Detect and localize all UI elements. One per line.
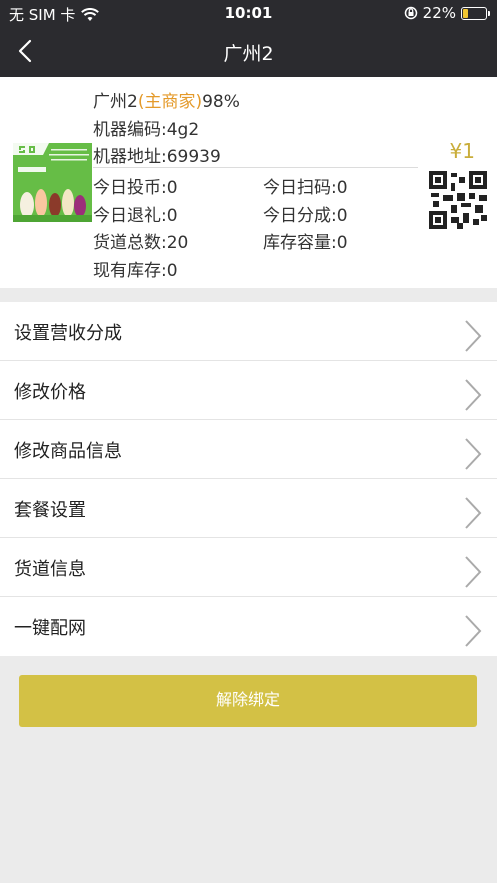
battery-fill	[463, 8, 468, 18]
status-bar: 无 SIM 卡 10:01 22%	[0, 0, 497, 26]
nav-bar: 广州2	[0, 26, 497, 77]
machine-name: 广州2	[93, 92, 138, 112]
stat-scans-today: 今日扫码:0	[263, 178, 348, 198]
chevron-right-icon	[465, 556, 482, 588]
carrier-group: 无 SIM 卡	[9, 4, 100, 25]
chevron-right-icon	[465, 320, 482, 352]
menu-label: 货道信息	[14, 559, 86, 580]
machine-code: 机器编码:4g2	[93, 120, 200, 140]
orientation-lock-icon	[404, 6, 417, 20]
stat-coins-today: 今日投币:0	[93, 178, 178, 198]
chevron-right-icon	[465, 615, 482, 647]
status-right-group: 22%	[404, 4, 490, 22]
machine-role: (主商家)	[137, 92, 203, 112]
back-chevron-icon[interactable]	[12, 36, 42, 66]
menu-label: 修改价格	[14, 382, 86, 403]
stat-total-lanes: 货道总数:20	[93, 233, 189, 253]
qr-code-icon[interactable]	[429, 171, 487, 229]
chevron-right-icon	[465, 438, 482, 470]
info-divider	[93, 167, 418, 168]
section-gap	[0, 288, 497, 302]
chevron-right-icon	[465, 497, 482, 529]
menu-label: 设置营收分成	[14, 323, 122, 344]
chevron-right-icon	[465, 379, 482, 411]
menu-edit-price[interactable]: 修改价格	[0, 361, 497, 420]
page-title: 广州2	[223, 43, 274, 65]
menu-edit-product[interactable]: 修改商品信息	[0, 420, 497, 479]
menu-network-setup[interactable]: 一键配网	[0, 597, 497, 656]
product-poster-art	[13, 143, 92, 222]
product-poster-image	[13, 143, 92, 222]
menu-package-settings[interactable]: 套餐设置	[0, 479, 497, 538]
machine-address: 机器地址:69939	[93, 147, 221, 167]
battery-icon	[461, 6, 490, 20]
menu-label: 修改商品信息	[14, 441, 122, 462]
menu-label: 一键配网	[14, 618, 86, 639]
menu-label: 套餐设置	[14, 500, 86, 521]
battery-percent: 22%	[422, 4, 456, 22]
machine-percent: 98%	[202, 92, 240, 112]
menu-lane-info[interactable]: 货道信息	[0, 538, 497, 597]
settings-menu: 设置营收分成 修改价格 修改商品信息 套餐设置 货道信息 一键配网	[0, 302, 497, 656]
stat-refunds-today: 今日退礼:0	[93, 206, 178, 226]
stat-share-today: 今日分成:0	[263, 206, 348, 226]
menu-revenue-share[interactable]: 设置营收分成	[0, 302, 497, 361]
carrier-label: 无 SIM 卡	[9, 6, 76, 24]
unbind-button[interactable]: 解除绑定	[19, 675, 477, 727]
stat-capacity: 库存容量:0	[263, 233, 348, 253]
machine-price: ¥1	[449, 139, 475, 163]
stat-current-stock: 现有库存:0	[93, 261, 178, 281]
machine-name-line: 广州2(主商家)98%	[93, 87, 240, 112]
wifi-icon	[81, 7, 100, 21]
